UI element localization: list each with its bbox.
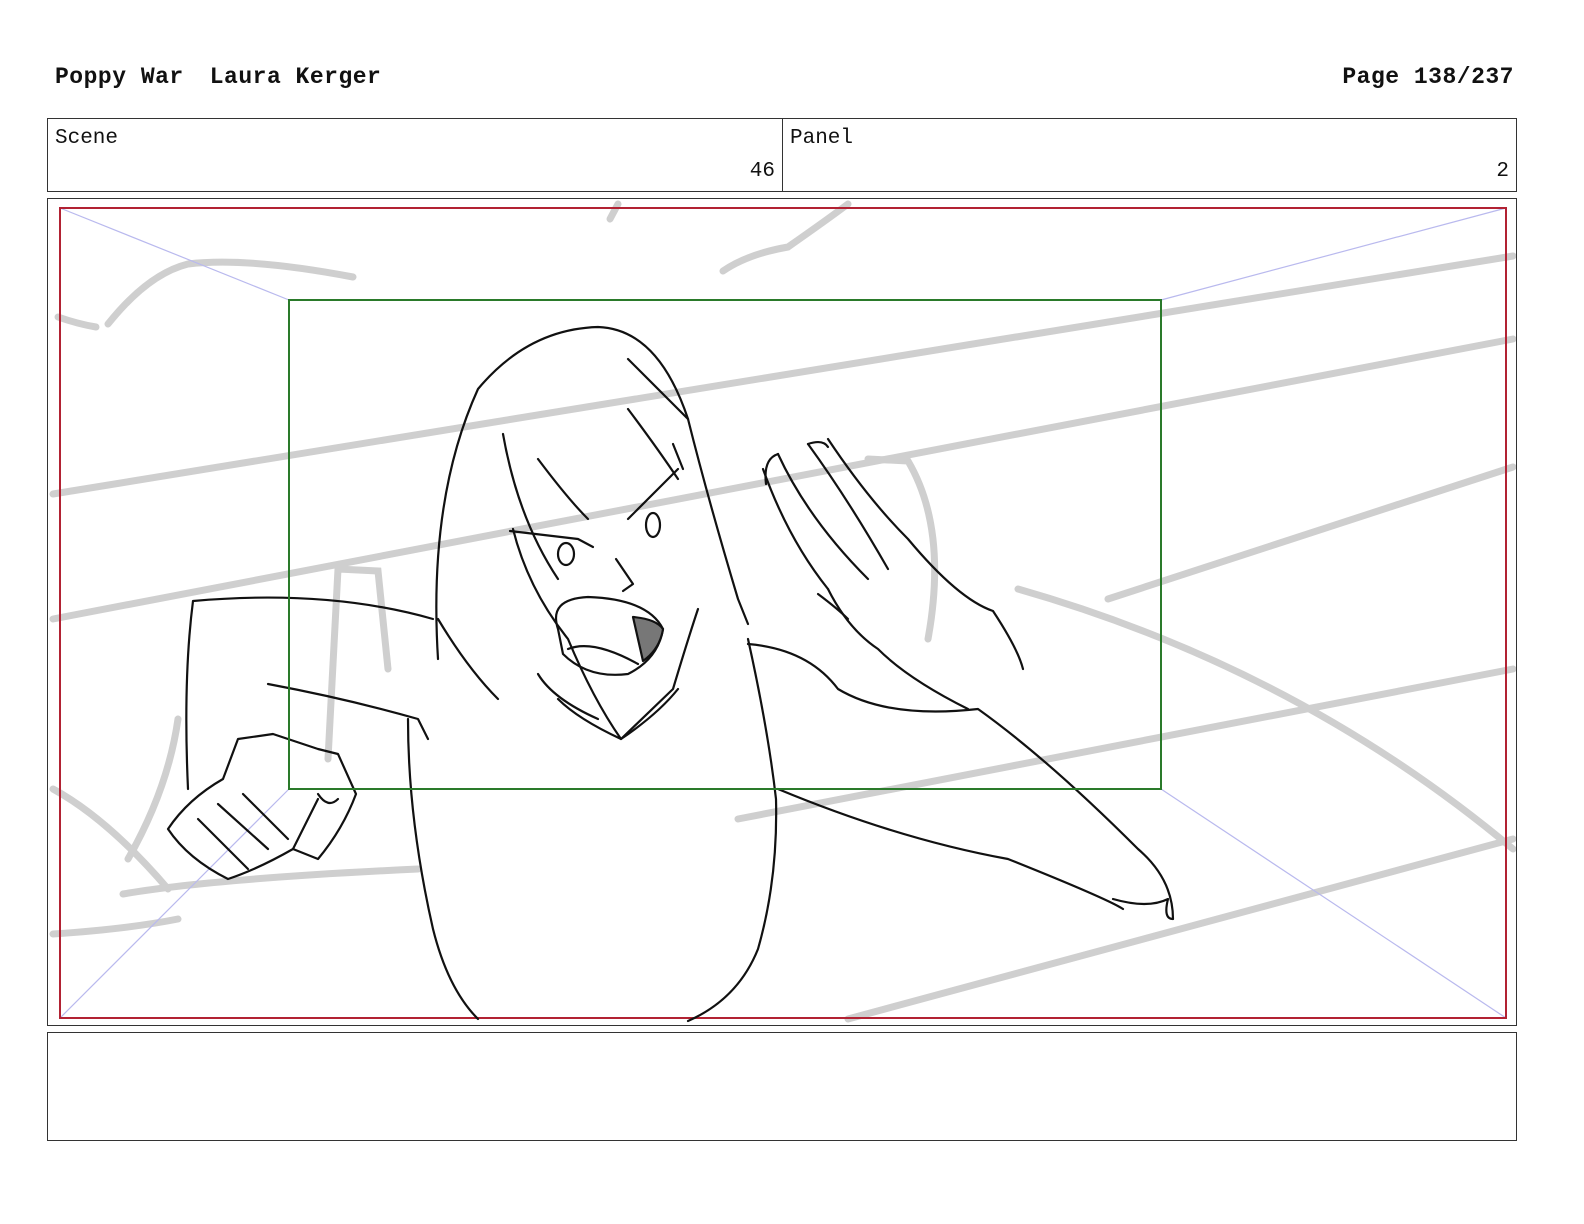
scene-number: 46 <box>749 160 775 183</box>
page-header-left: Poppy War Laura Kerger <box>55 64 381 90</box>
author-name: Laura Kerger <box>209 64 382 90</box>
scene-panel-info: Scene 46 Panel 2 <box>47 118 1517 192</box>
scene-cell: Scene 46 <box>48 119 783 191</box>
panel-label: Panel <box>790 127 854 150</box>
panel-cell: Panel 2 <box>783 119 1516 191</box>
panel-notes-box <box>47 1032 1517 1141</box>
storyboard-frame <box>47 198 1517 1026</box>
scene-label: Scene <box>55 127 119 150</box>
background-sketch <box>49 200 1516 1023</box>
panel-number: 2 <box>1496 160 1509 183</box>
page-number: Page 138/237 <box>1342 64 1514 90</box>
project-title: Poppy War <box>55 64 184 90</box>
safe-area-frame <box>288 299 1162 790</box>
storyboard-drawing <box>49 200 1516 1023</box>
